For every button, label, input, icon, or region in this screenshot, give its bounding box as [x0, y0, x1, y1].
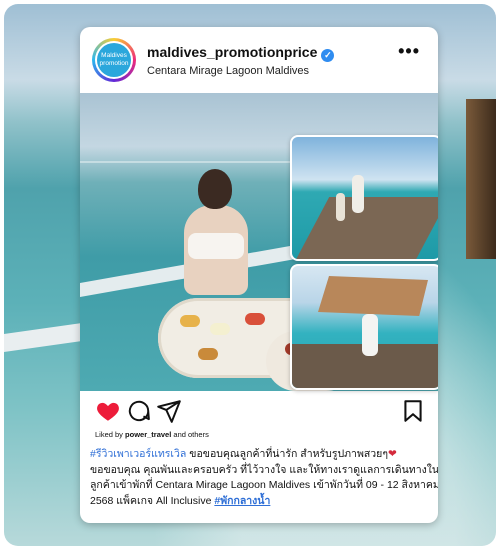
hashtag-link[interactable]: #รีวิวเพาเวอร์แทรเวิล	[90, 448, 186, 460]
avatar-logo: Maldives promotion	[97, 43, 131, 77]
liked-by-user[interactable]: power_travel	[125, 430, 171, 439]
liked-by: Liked by power_travel and others	[95, 430, 209, 439]
avatar[interactable]: Maldives promotion	[92, 38, 136, 82]
caption-text: ขอขอบคุณ คุณพันและครอบครัว ที่ไว้วางใจ แ…	[90, 463, 438, 476]
username-text[interactable]: maldives_promotionprice	[147, 44, 317, 60]
instagram-post-card: Maldives promotion maldives_promotionpric…	[80, 27, 438, 523]
username[interactable]: maldives_promotionprice ✓	[147, 44, 335, 62]
verified-badge-icon: ✓	[321, 49, 335, 62]
heart-emoji-icon: ❤	[387, 448, 397, 460]
caption: #รีวิวเพาเวอร์แทรเวิล ขอขอบคุณลูกค้าที่น…	[90, 447, 438, 509]
comment-icon[interactable]	[126, 398, 152, 424]
inset-photo-villa[interactable]	[290, 264, 438, 390]
location[interactable]: Centara Mirage Lagoon Maldives	[147, 65, 309, 77]
inset-photo-pier[interactable]	[290, 135, 438, 261]
heart-icon[interactable]	[95, 398, 121, 424]
post-header: Maldives promotion maldives_promotionpric…	[80, 27, 438, 93]
caption-text: ขอขอบคุณลูกค้าที่น่ารัก สำหรับรูปภาพสวยๆ	[186, 448, 388, 460]
caption-text: 2568 แพ็คเกจ All Inclusive	[90, 494, 215, 507]
deck-post	[466, 99, 496, 259]
hashtag-link[interactable]: #พักกลางน้ำ	[214, 495, 270, 507]
caption-text: ลูกค้าเข้าพักที่ Centara Mirage Lagoon M…	[90, 479, 438, 492]
bookmark-icon[interactable]	[400, 398, 426, 424]
action-bar	[80, 391, 438, 431]
more-options-button[interactable]: •••	[398, 41, 420, 62]
share-icon[interactable]	[156, 398, 182, 424]
